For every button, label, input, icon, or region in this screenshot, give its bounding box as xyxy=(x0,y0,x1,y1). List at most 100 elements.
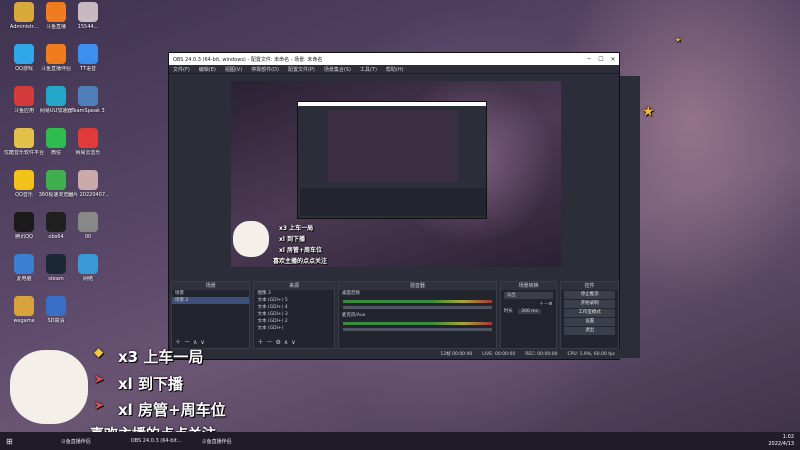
source-item[interactable]: 文本 (GDI+) 3 xyxy=(254,311,333,318)
app-icon xyxy=(14,254,34,274)
stop-streaming-button[interactable]: 停止推流 xyxy=(564,291,615,299)
desktop-icon-label: 图片 20220407... xyxy=(68,192,108,198)
preview-overlay-line: xl 房管+周车位 xyxy=(279,247,323,254)
rocket-icon: ➤ xyxy=(94,372,105,386)
start-recording-button[interactable]: 开始录制 xyxy=(564,300,615,308)
background-window-edge[interactable] xyxy=(620,76,640,358)
mixer-dock: 混音器 桌面音频 麦克风/Aux xyxy=(337,281,497,349)
transition-toolbar[interactable]: ＋－⚙ xyxy=(501,301,557,308)
exit-button[interactable]: 退出 xyxy=(564,327,615,335)
app-icon xyxy=(14,86,34,106)
overlay-line: xl 房管+周车位 xyxy=(118,401,226,419)
app-icon xyxy=(46,44,66,64)
preview-overlay-line: 喜欢主播的点点关注 xyxy=(273,258,328,265)
source-item[interactable]: 图像 3 xyxy=(254,290,333,297)
source-item[interactable]: 文本 (GDI+) 4 xyxy=(254,304,333,311)
source-toolbar[interactable]: ＋－⚙∧∨ xyxy=(257,337,298,346)
clock-date: 2022/4/13 xyxy=(768,441,794,447)
transition-select[interactable]: 淡出 xyxy=(503,292,554,299)
desktop-icon[interactable]: 图片 20220407... xyxy=(68,170,108,198)
obs-menubar: 文件(F) 编辑(E) 视图(V) 停靠部件(D) 配置文件(P) 场景集合(S… xyxy=(169,65,619,74)
preview-overlay-line: xl 到下播 xyxy=(279,236,306,243)
menu-file[interactable]: 文件(F) xyxy=(173,66,190,73)
desktop-icon[interactable]: 网易云音乐 xyxy=(68,128,108,156)
scene-toolbar[interactable]: ＋－∧∨ xyxy=(175,337,208,346)
menu-help[interactable]: 帮助(H) xyxy=(386,66,404,73)
taskbar-item[interactable]: 斗鱼直播伴侣 xyxy=(202,438,232,445)
obs-dock-row: 场景 场景 场景 2 ＋－∧∨ 来源 图像 3 文本 (GDI+) 5 文本 (… xyxy=(171,281,619,349)
live-timer: LIVE: 00:00:00 xyxy=(482,351,516,357)
controls-dock-title: 控件 xyxy=(561,282,618,290)
app-icon xyxy=(78,254,98,274)
taskbar-item[interactable]: OBS 24.0.3 (64-bit... xyxy=(131,438,182,444)
app-icon xyxy=(46,2,66,22)
app-icon xyxy=(14,170,34,190)
desktop-icon[interactable]: 网络 xyxy=(68,254,108,282)
desktop-icon-label: 网络 xyxy=(82,276,93,282)
star-icon: ★ xyxy=(675,36,682,44)
source-item[interactable]: 文本 (GDI+) 2 xyxy=(254,318,333,325)
mascot-image xyxy=(10,350,88,424)
source-item[interactable]: 文本 (GDI+) xyxy=(254,325,333,332)
duration-label: 时长 xyxy=(503,309,513,314)
menu-view[interactable]: 视图(V) xyxy=(225,66,242,73)
desktop-icon[interactable]: TT语音 xyxy=(68,44,108,72)
nested-obs-window xyxy=(297,101,487,219)
dropped-frames: 12帧 00:00:00 xyxy=(440,352,473,357)
source-item[interactable]: 文本 (GDI+) 5 xyxy=(254,297,333,304)
minimize-icon[interactable]: ─ xyxy=(583,56,595,63)
obs-titlebar[interactable]: OBS 24.0.3 (64-bit, windows) - 配置文件: 未命名… xyxy=(169,53,619,65)
menu-edit[interactable]: 编辑(E) xyxy=(199,66,216,73)
menu-tools[interactable]: 工具(T) xyxy=(360,66,377,73)
transitions-dock: 场景转换 淡出 ＋－⚙ 时长 300 ms xyxy=(499,281,558,349)
scene-item[interactable]: 场景 2 xyxy=(172,297,250,304)
maximize-icon[interactable]: ☐ xyxy=(595,56,607,63)
volume-slider[interactable] xyxy=(342,306,492,309)
star-icon: ★ xyxy=(642,104,655,120)
obs-window[interactable]: OBS 24.0.3 (64-bit, windows) - 配置文件: 未命名… xyxy=(168,52,621,360)
app-icon xyxy=(46,212,66,232)
settings-button[interactable]: 设置 xyxy=(564,318,615,326)
audio-meter xyxy=(342,300,492,303)
app-icon xyxy=(46,128,66,148)
scenes-dock-title: 场景 xyxy=(172,282,250,290)
cpu-usage: CPU: 1.9%, 60.00 fps xyxy=(567,351,616,357)
menu-docks[interactable]: 停靠部件(D) xyxy=(251,66,279,73)
desktop-icon-label: TT语音 xyxy=(79,66,97,72)
taskbar-item[interactable]: 斗鱼直播伴侣 xyxy=(61,438,91,445)
system-clock[interactable]: 1:02 2022/4/13 xyxy=(768,434,794,448)
mascot-image xyxy=(233,221,269,257)
app-icon xyxy=(14,296,34,316)
desktop-icon-label: TeamSpeak 3 xyxy=(71,108,105,114)
app-icon xyxy=(78,86,98,106)
taskbar: ⊞ 斗鱼直播伴侣 OBS 24.0.3 (64-bit... 斗鱼直播伴侣 1:… xyxy=(0,432,800,450)
mixer-dock-title: 混音器 xyxy=(338,282,496,290)
duration-value[interactable]: 300 ms xyxy=(518,309,541,314)
obs-preview[interactable]: x3 上车一局 xl 到下播 xl 房管+周车位 喜欢主播的点点关注 xyxy=(231,81,561,267)
desktop-icon[interactable]: 15544... xyxy=(68,2,108,30)
menu-scene-collection[interactable]: 场景集合(S) xyxy=(324,66,351,73)
close-icon[interactable]: ✕ xyxy=(607,56,619,63)
desktop-icon[interactable]: TeamSpeak 3 xyxy=(68,86,108,114)
start-icon[interactable]: ⊞ xyxy=(6,437,13,446)
studio-mode-button[interactable]: 工作室模式 xyxy=(564,309,615,317)
gift-icon: ◆ xyxy=(94,345,104,359)
menu-profile[interactable]: 配置文件(P) xyxy=(288,66,315,73)
app-icon xyxy=(14,212,34,232)
app-icon xyxy=(46,86,66,106)
desktop-icon[interactable]: SD高清 xyxy=(36,296,76,324)
transition-duration[interactable]: 时长 300 ms xyxy=(501,308,557,315)
desktop-icon-label: 00 xyxy=(84,234,92,240)
mixer-channel-label: 麦克风/Aux xyxy=(341,313,366,318)
app-icon xyxy=(78,170,98,190)
app-icon xyxy=(14,2,34,22)
controls-dock: 控件 停止推流 开始录制 工作室模式 设置 退出 xyxy=(560,281,619,349)
volume-slider[interactable] xyxy=(342,328,492,331)
obs-title: OBS 24.0.3 (64-bit, windows) - 配置文件: 未命名… xyxy=(173,56,323,63)
desktop-icon-label: SD高清 xyxy=(47,318,65,324)
desktop-icon[interactable]: 00 xyxy=(68,212,108,240)
preview-overlay-line: x3 上车一局 xyxy=(279,225,314,232)
app-icon xyxy=(78,2,98,22)
scene-item[interactable]: 场景 xyxy=(172,290,249,297)
app-icon xyxy=(14,44,34,64)
